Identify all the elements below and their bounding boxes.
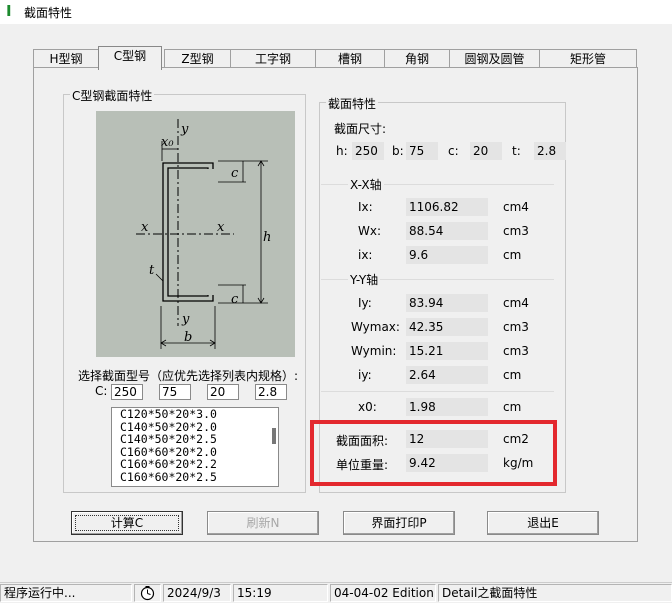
iy-label: Iy:: [358, 296, 372, 310]
list-item[interactable]: C160*60*20*2.5: [112, 471, 278, 484]
x0-unit: cm: [503, 400, 522, 414]
exit-button[interactable]: 退出E: [487, 511, 599, 535]
refresh-button-label: 刷新N: [246, 516, 280, 530]
rx-label: ix:: [358, 248, 373, 262]
label-x-left: x: [141, 220, 149, 235]
status-time: 15:19: [233, 584, 328, 602]
tab-rect-tube[interactable]: 矩形管: [539, 49, 637, 69]
tab-channel[interactable]: 槽钢: [315, 49, 385, 69]
section-props-title: 截面特性: [326, 95, 379, 112]
wymax-value: 42.35: [406, 318, 488, 336]
c-section-group-title: C型钢截面特性: [70, 87, 155, 104]
section-list[interactable]: C120*50*20*3.0 C140*50*20*2.0 C140*50*20…: [111, 407, 279, 487]
tab-c-steel[interactable]: C型钢: [98, 46, 162, 70]
iy-value: 83.94: [406, 294, 488, 312]
wymin-unit: cm3: [503, 344, 529, 358]
dim-b-label: b:: [392, 144, 404, 158]
size-label: 截面尺寸:: [334, 122, 387, 136]
wx-value: 88.54: [406, 222, 488, 240]
x0-value: 1.98: [406, 398, 488, 416]
dim-h-value: 250: [352, 142, 384, 160]
highlight-box: [310, 420, 557, 486]
title-bar: I 截面特性: [0, 0, 672, 24]
status-running: 程序运行中...: [0, 584, 132, 602]
input-c[interactable]: 20: [207, 384, 239, 400]
window-title: 截面特性: [24, 6, 73, 20]
yy-title: Y-Y轴: [348, 271, 381, 288]
wymin-value: 15.21: [406, 342, 488, 360]
rx-unit: cm: [503, 248, 522, 262]
label-x0: x₀: [161, 135, 174, 150]
list-item[interactable]: C140*50*20*2.5: [112, 433, 278, 446]
dim-t-label: t:: [512, 144, 521, 158]
tab-z-steel[interactable]: Z型钢: [164, 49, 231, 69]
iy-unit: cm4: [503, 296, 529, 310]
clock-icon: [140, 586, 155, 601]
c-section-drawing: x₀ y x x c c h t y b: [136, 119, 271, 349]
dim-c-label: c:: [448, 144, 459, 158]
c-section-diagram: x₀ y x x c c h t y b: [96, 111, 295, 357]
ry-value: 2.64: [406, 366, 488, 384]
label-b: b: [184, 330, 192, 345]
focus-rect: [75, 515, 179, 531]
wymax-unit: cm3: [503, 320, 529, 334]
label-y-bottom: y: [181, 312, 190, 327]
ix-label: Ix:: [358, 200, 373, 214]
label-h: h: [263, 230, 271, 245]
tab-i-beam[interactable]: 工字钢: [230, 49, 316, 69]
input-b[interactable]: 75: [159, 384, 191, 400]
status-date: 2024/9/3: [163, 584, 231, 602]
c-label: C:: [95, 384, 108, 398]
wymax-label: Wymax:: [351, 320, 400, 334]
tab-h-steel[interactable]: H型钢: [33, 49, 99, 69]
wx-label: Wx:: [358, 224, 382, 238]
wx-unit: cm3: [503, 224, 529, 238]
list-item[interactable]: C120*50*20*3.0: [112, 408, 278, 421]
label-t: t: [149, 263, 155, 278]
status-edition: 04-04-02 Edition: [330, 584, 436, 602]
label-c-top: c: [231, 166, 239, 181]
label-x-right: x: [217, 220, 225, 235]
input-t[interactable]: 2.8: [255, 384, 287, 400]
label-y-top: y: [180, 122, 189, 137]
ix-value: 1106.82: [406, 198, 488, 216]
print-button-label: 界面打印P: [371, 516, 427, 530]
select-prompt: 选择截面型号（应优先选择列表内规格）:: [78, 369, 299, 383]
refresh-button[interactable]: 刷新N: [207, 511, 319, 535]
print-button[interactable]: 界面打印P: [343, 511, 455, 535]
xx-title: X-X轴: [348, 176, 384, 193]
label-c-bottom: c: [231, 292, 239, 307]
dim-t-value: 2.8: [534, 142, 566, 160]
dim-h-label: h:: [336, 144, 348, 158]
ix-unit: cm4: [503, 200, 529, 214]
list-scroll-thumb[interactable]: [272, 428, 276, 444]
input-h[interactable]: 250: [111, 384, 143, 400]
ry-label: iy:: [358, 368, 372, 382]
x0-divider: [321, 391, 554, 392]
calc-button[interactable]: 计算C: [71, 511, 183, 535]
dim-b-value: 75: [406, 142, 438, 160]
status-detail: Detail之截面特性: [438, 584, 672, 602]
exit-button-label: 退出E: [527, 516, 559, 530]
tab-angle[interactable]: 角钢: [384, 49, 450, 69]
tab-round[interactable]: 圆钢及圆管: [449, 49, 540, 69]
x0-label: x0:: [358, 400, 377, 414]
rx-value: 9.6: [406, 246, 488, 264]
dim-c-value: 20: [470, 142, 502, 160]
wymin-label: Wymin:: [351, 344, 397, 358]
ry-unit: cm: [503, 368, 522, 382]
app-icon: I: [6, 2, 12, 20]
